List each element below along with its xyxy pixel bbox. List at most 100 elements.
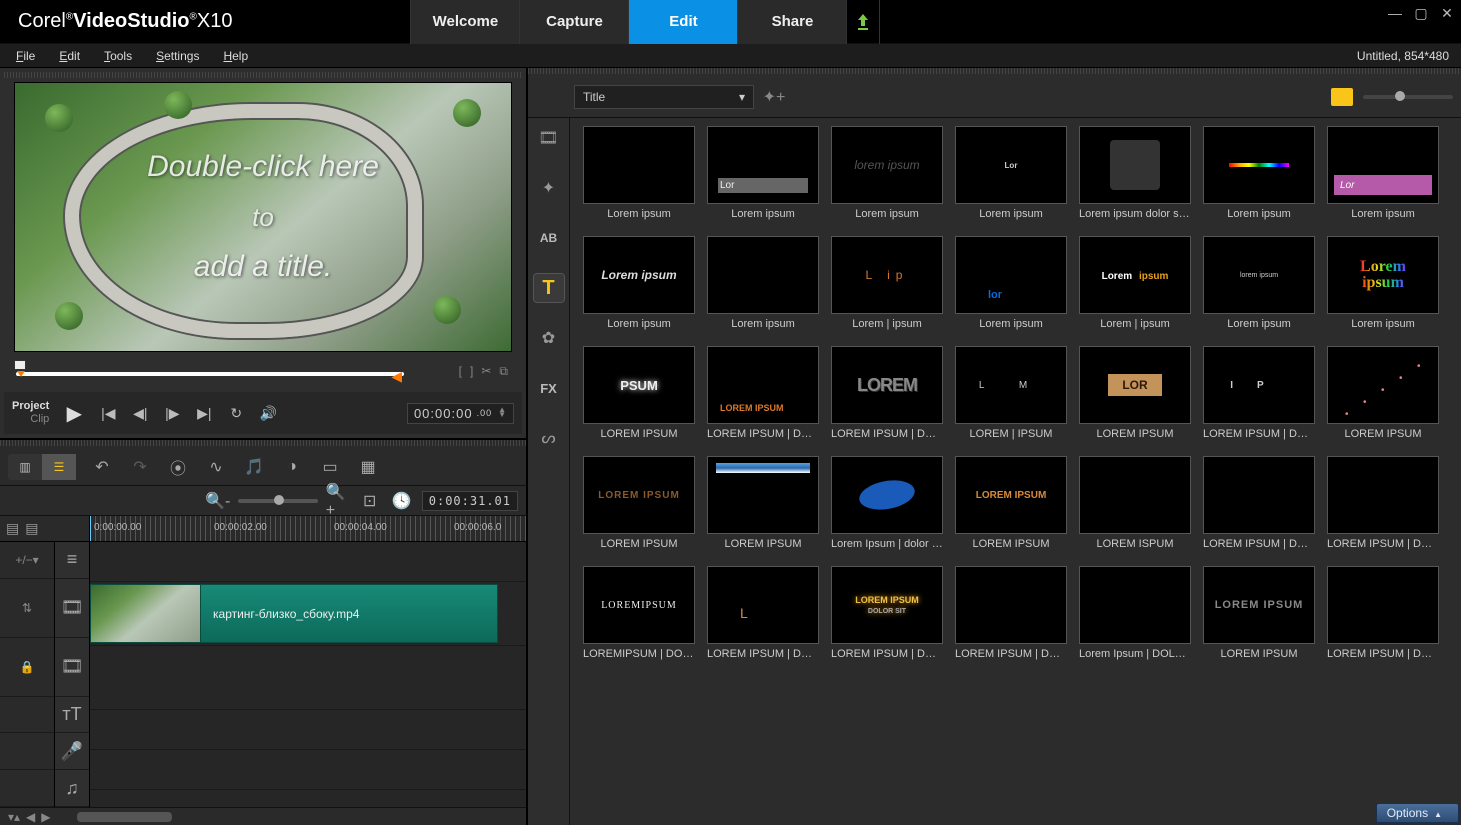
storyboard-view-button[interactable]: ▥ xyxy=(8,454,42,480)
multiview-button[interactable]: ▦ xyxy=(356,455,380,479)
preview-video[interactable]: Double-click here to add a title. xyxy=(14,82,512,352)
title-tab-icon[interactable]: T xyxy=(534,274,564,302)
playback-mode[interactable]: Project Clip xyxy=(12,400,49,426)
video-track-lane[interactable]: картинг-близко_сбоку.mp4 xyxy=(90,582,526,646)
repeat-button[interactable]: ↻ xyxy=(223,400,249,426)
scrub-bar[interactable]: ◀ [ ] ✂ ⧉ xyxy=(12,356,514,392)
play-button[interactable]: ▶ xyxy=(59,398,89,428)
track-manager-button[interactable]: +/−▾ xyxy=(0,542,54,579)
record-button[interactable]: ⦿ xyxy=(166,455,190,479)
go-start-button[interactable]: |◀ xyxy=(95,400,121,426)
overlay-track-header[interactable]: 🔒 xyxy=(0,638,54,697)
redo-button[interactable]: ↷ xyxy=(128,455,152,479)
fit-project-button[interactable]: ⊡ xyxy=(358,489,382,513)
upload-icon[interactable] xyxy=(846,0,880,44)
title-preset-thumb[interactable]: LOREMIPSUMLOREMIPSUM | DOLO... xyxy=(582,566,696,660)
panel-grip[interactable] xyxy=(4,72,522,78)
subtitle-button[interactable]: ▭ xyxy=(318,455,342,479)
go-end-button[interactable]: ▶| xyxy=(191,400,217,426)
title-preset-thumb[interactable]: L ipLorem | ipsum xyxy=(830,236,944,330)
title-preset-thumb[interactable]: IPLOREM IPSUM | DOL... xyxy=(1202,346,1316,440)
title-track-lane[interactable] xyxy=(90,710,526,750)
title-preset-thumb[interactable]: LOREM IPSUM | DOL... xyxy=(1326,456,1440,550)
thumbnail-size-slider[interactable] xyxy=(1363,95,1453,99)
auto-music-button[interactable]: 🎵 xyxy=(242,455,266,479)
title-preset-thumb[interactable]: Lorem ipsum xyxy=(1202,126,1316,220)
video-track-header[interactable]: ⇅ xyxy=(0,579,54,638)
title-track-header[interactable] xyxy=(0,697,54,734)
prev-frame-button[interactable]: ◀| xyxy=(127,400,153,426)
menu-file[interactable]: File xyxy=(16,49,35,63)
title-preset-thumb[interactable]: Lorem ipsum xyxy=(706,236,820,330)
zoom-out-button[interactable]: 🔍- xyxy=(206,489,230,513)
path-tab-icon[interactable]: ᔕ xyxy=(534,424,564,452)
title-preset-thumb[interactable]: LorLorem ipsum xyxy=(706,126,820,220)
scroll-left-button[interactable]: ◀ xyxy=(26,810,35,824)
volume-button[interactable]: 🔊 xyxy=(255,400,281,426)
close-button[interactable]: ✕ xyxy=(1437,4,1457,22)
menu-tools[interactable]: Tools xyxy=(104,49,132,63)
title-preset-thumb[interactable]: Lorem Ipsum | DOLOR ... xyxy=(1078,566,1192,660)
music-track-lane[interactable] xyxy=(90,790,526,807)
mark-in-icon[interactable]: [ xyxy=(459,364,462,379)
title-preset-thumb[interactable]: LOREM ISPUM xyxy=(1078,456,1192,550)
title-preset-thumb[interactable]: LorLorem ipsum xyxy=(1326,126,1440,220)
mark-out-icon[interactable]: ] xyxy=(470,364,473,379)
scrub-handle[interactable] xyxy=(14,360,26,370)
filter-tab-icon[interactable]: FX xyxy=(534,374,564,402)
media-tab-icon[interactable]: 🎞 xyxy=(534,124,564,152)
timeline-playhead[interactable] xyxy=(90,516,91,541)
title-preset-thumb[interactable]: LOREM IPSUM | DOL... xyxy=(1202,456,1316,550)
scroll-right-button[interactable]: ▶ xyxy=(41,810,50,824)
title-preset-thumb[interactable]: LOREM IPSUMLOREM IPSUM xyxy=(582,456,696,550)
undo-button[interactable]: ↶ xyxy=(90,455,114,479)
transition-tab-icon[interactable]: AB xyxy=(534,224,564,252)
cut-icon[interactable]: ✂ xyxy=(481,364,491,379)
thumbnail-view-button[interactable] xyxy=(1331,88,1353,106)
gallery-dropdown[interactable]: Title▾ xyxy=(574,85,754,109)
scrub-end-marker[interactable]: ◀ xyxy=(391,368,402,385)
timeline-scrollbar[interactable] xyxy=(77,812,172,822)
ruler-icon-b[interactable]: ▤ xyxy=(25,520,38,537)
menu-edit[interactable]: Edit xyxy=(59,49,80,63)
voice-track-lane[interactable] xyxy=(90,750,526,790)
options-button[interactable]: Options xyxy=(1376,803,1459,823)
maximize-button[interactable]: ▢ xyxy=(1411,4,1431,22)
title-preset-thumb[interactable]: lorem ipsumLorem ipsum xyxy=(830,126,944,220)
title-preset-thumb[interactable]: LOREM IPSUMLOREM IPSUM | DOL... xyxy=(706,346,820,440)
timeline-ruler[interactable]: 0:00:00.00 00:00:02.00 00:00:04.00 00:00… xyxy=(90,516,526,541)
title-preset-thumb[interactable]: L MLOREM | IPSUM xyxy=(954,346,1068,440)
graphic-tab-icon[interactable]: ✿ xyxy=(534,324,564,352)
title-preset-thumb[interactable]: LOREMLOREM IPSUM | DOL... xyxy=(830,346,944,440)
title-preset-thumb[interactable]: Lorem ipsumLorem | ipsum xyxy=(1078,236,1192,330)
overlay-track-lane[interactable] xyxy=(90,646,526,710)
audio-mixer-button[interactable]: ∿ xyxy=(204,455,228,479)
tab-capture[interactable]: Capture xyxy=(519,0,629,44)
title-preset-thumb[interactable]: Lorem ipsum dolor sit a... xyxy=(1078,126,1192,220)
timeline-view-button[interactable]: ☰ xyxy=(42,454,76,480)
title-preset-thumb[interactable]: LorLorem ipsum xyxy=(954,126,1068,220)
ruler-icon-a[interactable]: ▤ xyxy=(6,520,19,537)
zoom-in-button[interactable]: 🔍+ xyxy=(326,489,350,513)
tab-edit[interactable]: Edit xyxy=(628,0,738,44)
motion-tracking-button[interactable]: ◑ xyxy=(280,455,304,479)
menu-settings[interactable]: Settings xyxy=(156,49,199,63)
title-preset-thumb[interactable]: Lorem Ipsum | dolor sit ... xyxy=(830,456,944,550)
add-favorite-icon[interactable]: ✦+ xyxy=(762,85,786,109)
instant-project-tab-icon[interactable]: ✦ xyxy=(534,174,564,202)
snapshot-icon[interactable]: ⧉ xyxy=(499,364,508,379)
title-preset-thumb[interactable]: Lorem ipsumLorem ipsum xyxy=(582,236,696,330)
title-preset-thumb[interactable]: LOREM IPSUM | DOL... xyxy=(1326,566,1440,660)
title-preset-thumb[interactable]: Lorem ipsum xyxy=(582,126,696,220)
title-preset-thumb[interactable]: LOREM IPSUMLOREM IPSUM xyxy=(1202,566,1316,660)
menu-help[interactable]: Help xyxy=(223,49,248,63)
minimize-button[interactable]: — xyxy=(1385,4,1405,22)
toggle-tracks-button[interactable]: ▾▴ xyxy=(8,810,20,824)
title-preset-thumb[interactable]: LLOREM IPSUM | DOL... xyxy=(706,566,820,660)
tab-welcome[interactable]: Welcome xyxy=(410,0,520,44)
title-preset-thumb[interactable]: LOREM IPSUM | DOL... xyxy=(954,566,1068,660)
panel-grip[interactable] xyxy=(528,68,1461,74)
title-preset-thumb[interactable]: •••••LOREM IPSUM xyxy=(1326,346,1440,440)
title-preset-thumb[interactable]: LORLOREM IPSUM xyxy=(1078,346,1192,440)
tab-share[interactable]: Share xyxy=(737,0,847,44)
